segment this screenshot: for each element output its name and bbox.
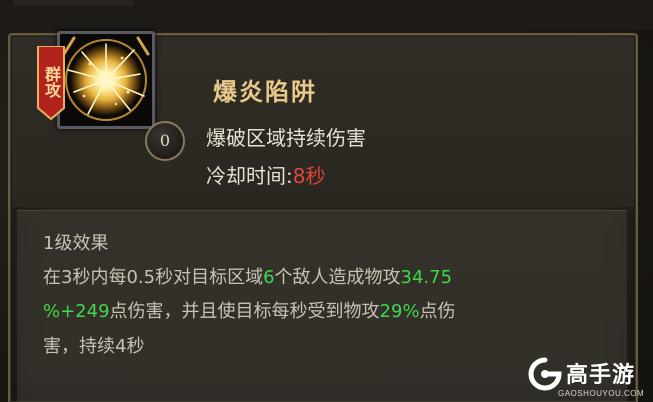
skill-description: 爆破区域持续伤害	[206, 126, 366, 150]
watermark-url: GAOSHOUYOU.COM	[558, 389, 645, 398]
effect-text: 在3秒内每0.5秒对目标区域	[43, 267, 264, 288]
effect-value: 29%	[379, 301, 420, 322]
watermark-brand: 高手游	[566, 363, 636, 388]
effect-line-1: 在3秒内每0.5秒对目标区域6个敌人造成物攻34.75	[43, 263, 452, 289]
group-attack-banner: 群攻	[36, 45, 66, 121]
site-watermark: 高手游 GAOSHOUYOU.COM	[528, 355, 650, 400]
cooldown-row: 冷却时间:8秒	[206, 160, 325, 189]
cutoff-text	[14, 0, 134, 6]
effect-title: 1级效果	[43, 233, 109, 254]
effect-value: %+249	[43, 301, 110, 322]
effect-line-3: 害，持续4秒	[43, 336, 145, 357]
effect-value: 6	[263, 267, 275, 288]
effect-text: 个敌人造成物攻	[274, 267, 401, 288]
banner-label: 群攻	[42, 66, 61, 98]
gaoshouyou-logo-icon	[528, 357, 562, 391]
cooldown-label: 冷却时间:	[206, 164, 293, 188]
skill-icon	[57, 31, 155, 129]
effect-text: 点伤	[419, 301, 456, 322]
effect-text: 点伤害，并且使目标每秒受到物攻	[109, 301, 380, 322]
skill-level-badge: 0	[145, 121, 185, 161]
explosion-icon	[60, 34, 152, 126]
cooldown-value: 8秒	[292, 164, 326, 188]
effect-value: 34.75	[400, 267, 453, 288]
skill-name: 爆炎陷阱	[213, 77, 317, 106]
skill-tooltip-screen: 群攻 0 爆炎陷阱 爆破区域持续伤害 冷却时间:8秒 1级效果 在3秒内每0.5…	[0, 0, 653, 402]
effect-line-2: %+249点伤害，并且使目标每秒受到物攻29%点伤	[43, 297, 456, 323]
top-strip	[0, 0, 653, 30]
